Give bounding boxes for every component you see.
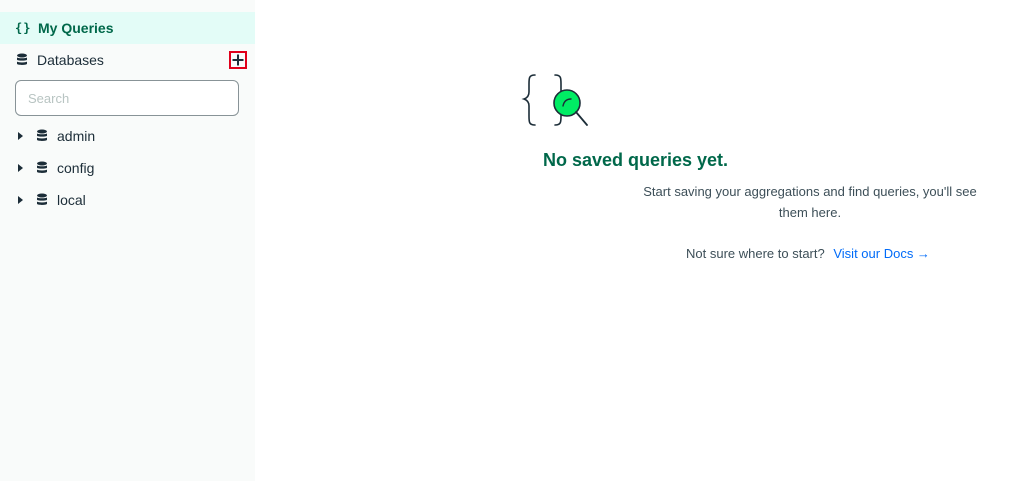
caret-right-icon[interactable] (18, 164, 23, 172)
empty-state-description: Start saving your aggregations and find … (643, 184, 977, 220)
plus-icon (232, 54, 244, 66)
database-item-local[interactable]: local (0, 185, 255, 215)
sidebar-item-label: My Queries (38, 20, 114, 36)
braces-magnifier-icon (521, 74, 588, 126)
help-text: Not sure where to start? (686, 246, 825, 261)
database-icon (37, 193, 47, 205)
search-input[interactable] (15, 80, 239, 116)
database-name: admin (57, 128, 96, 144)
braces-icon: {} (15, 21, 32, 35)
empty-state-help: Not sure where to start? Visit our Docs … (686, 246, 930, 261)
sidebar: {} My Queries Databases Search admin con… (0, 0, 255, 481)
database-icon (17, 53, 27, 65)
database-icon (37, 161, 47, 173)
caret-right-icon[interactable] (18, 196, 23, 204)
visit-docs-link[interactable]: Visit our Docs → (833, 246, 930, 261)
app-window: {} My Queries Databases Search admin con… (0, 0, 1016, 481)
sidebar-item-databases[interactable]: Databases (0, 44, 255, 76)
database-name: local (57, 192, 86, 208)
database-icon (37, 129, 47, 141)
sidebar-item-label: Databases (37, 52, 104, 68)
database-name: config (57, 160, 95, 176)
caret-right-icon[interactable] (18, 132, 23, 140)
sidebar-item-my-queries[interactable]: {} My Queries (0, 12, 255, 44)
main-content (255, 0, 1016, 481)
database-item-admin[interactable]: admin (0, 121, 255, 151)
add-database-button[interactable] (229, 51, 247, 69)
database-item-config[interactable]: config (0, 153, 255, 183)
empty-state-title: No saved queries yet. (542, 150, 729, 170)
